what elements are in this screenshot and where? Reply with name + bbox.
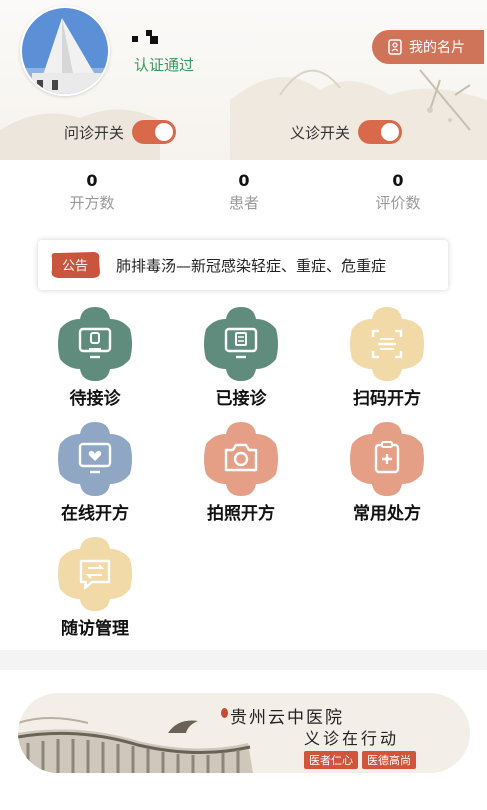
menu-label: 在线开方 [61, 504, 129, 524]
promo-banner[interactable]: 贵州云中医院 义诊在行动 医者仁心 医德高尚 [18, 693, 470, 773]
banner-tag: 医德高尚 [362, 751, 416, 769]
stat-value: 0 [238, 171, 250, 190]
menu-label: 常用处方 [353, 504, 421, 524]
menu-accepted-consult[interactable]: 已接诊 [181, 305, 301, 411]
announcement-tag-text: 公告 [62, 259, 88, 274]
camera-icon [204, 422, 278, 496]
patient-monitor-icon [58, 307, 132, 381]
profile-header: 认证通过 我的名片 问诊开关 义诊开关 [0, 0, 487, 160]
menu-label: 已接诊 [215, 389, 267, 409]
avatar[interactable] [20, 6, 110, 96]
consult-switch-row: 问诊开关 [64, 120, 177, 144]
consult-switch-label: 问诊开关 [64, 123, 125, 142]
menu-online-prescribe[interactable]: 在线开方 [35, 420, 155, 526]
avatar-image [22, 8, 108, 94]
stat-value: 0 [392, 171, 404, 190]
stat-prescriptions[interactable]: 0 开方数 [32, 170, 152, 214]
banner-subtitle: 义诊在行动 [304, 729, 400, 748]
menu-common-prescriptions[interactable]: 常用处方 [327, 420, 447, 526]
menu-pending-consult[interactable]: 待接诊 [35, 305, 155, 411]
document-monitor-icon [204, 307, 278, 381]
stat-label: 开方数 [69, 194, 115, 212]
banner-tag: 医者仁心 [304, 751, 358, 769]
banner-tags: 医者仁心 医德高尚 [304, 751, 416, 769]
my-card-button[interactable]: 我的名片 [372, 30, 484, 64]
free-clinic-switch-row: 义诊开关 [290, 120, 403, 144]
seal-dot [221, 708, 228, 718]
menu-label: 随访管理 [61, 619, 129, 639]
my-card-label: 我的名片 [409, 40, 465, 56]
clipboard-plus-icon [350, 422, 424, 496]
free-clinic-switch-label: 义诊开关 [290, 123, 351, 142]
menu-label: 扫码开方 [353, 389, 421, 409]
seal-badge-icon: 公告 [51, 252, 100, 278]
consult-toggle[interactable] [132, 120, 177, 144]
stat-value: 0 [86, 171, 98, 190]
announcement-text: 肺排毒汤—新冠感染轻症、重症、危重症 [116, 256, 387, 275]
stat-label: 评价数 [375, 194, 421, 212]
stat-label: 患者 [228, 194, 259, 212]
id-card-icon [388, 39, 402, 55]
menu-scan-prescribe[interactable]: 扫码开方 [327, 305, 447, 411]
stat-reviews[interactable]: 0 评价数 [338, 170, 458, 214]
announcement-bar[interactable]: 公告 肺排毒汤—新冠感染轻症、重症、危重症 [38, 240, 448, 290]
menu-label: 拍照开方 [207, 504, 275, 524]
scan-icon [350, 307, 424, 381]
verification-status: 认证通过 [134, 56, 195, 74]
menu-photo-prescribe[interactable]: 拍照开方 [181, 420, 301, 526]
menu-label: 待接诊 [69, 389, 121, 409]
stats-row: 0 开方数 0 患者 0 评价数 [0, 170, 487, 220]
free-clinic-toggle[interactable] [358, 120, 403, 144]
stat-patients[interactable]: 0 患者 [184, 170, 304, 214]
chat-arrows-icon [58, 537, 132, 611]
announcement-tag: 公告 [48, 250, 102, 280]
menu-follow-up[interactable]: 随访管理 [35, 535, 155, 641]
section-divider [0, 650, 487, 670]
heart-monitor-icon [58, 422, 132, 496]
user-name-pixelated [132, 30, 158, 44]
